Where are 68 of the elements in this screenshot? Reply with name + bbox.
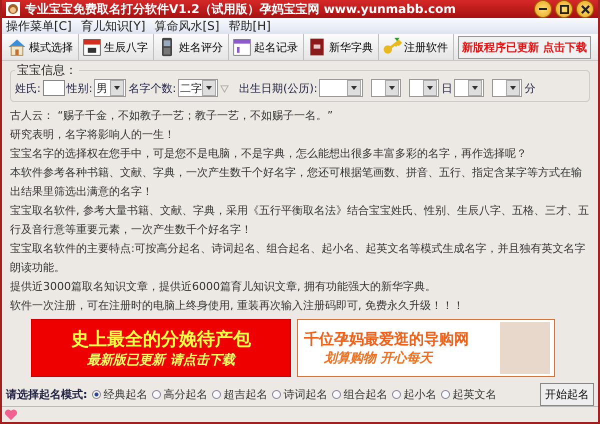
maximize-button[interactable] [555, 0, 573, 18]
caret-icon [389, 86, 396, 90]
toolbar-button[interactable]: 新华字典 [306, 34, 379, 60]
toolbar-button[interactable]: 注册软件 [381, 34, 454, 60]
minute-select[interactable] [492, 79, 522, 97]
caret-icon [472, 86, 478, 90]
intro-paragraph: 宝宝名字的选择权在您手中，可是您不是电脑，不是字典，怎么能想出很多丰富多彩的名字，再作选择呢？ [10, 146, 528, 162]
mode-radio[interactable]: 高分起名 [152, 387, 208, 402]
toolbar-button[interactable]: 起名记录 [231, 34, 304, 60]
caret-icon [427, 86, 434, 90]
intro-paragraph: 软件一次注册，可在注册时的电脑上终身使用, 重装再次输入注册码即可, 免费永久升级！！！ [10, 298, 465, 314]
minimize-button[interactable] [534, 0, 552, 18]
mode-label: 请选择起名模式: [6, 387, 88, 402]
intro-paragraph: 提供近3000篇取名知识文章，提供近6000篇育儿知识文章, 拥有功能强大的新华字典。 [10, 279, 437, 295]
calendar-icon [82, 37, 102, 57]
photo-placeholder [500, 322, 550, 374]
intro-paragraph: 本软件参考各种书籍、文献、字典，一次产生数千个好名字，您还可根据笔画数、拼音、五行、指定含某字等方式在输出结果里筛选出满意的名字！ [10, 165, 583, 200]
start-naming-button[interactable]: 开始起名 [540, 383, 594, 406]
menu-item[interactable]: 操作菜单[C] [6, 18, 72, 34]
caret-icon [510, 86, 516, 90]
mode-radio[interactable]: 超吉起名 [212, 387, 268, 402]
surname-field[interactable] [42, 80, 65, 96]
surname-label: 姓氏: [15, 80, 41, 96]
minimize-icon [539, 7, 547, 11]
close-icon [580, 4, 590, 14]
day-label: 日 [441, 80, 452, 96]
mode-radio[interactable]: 起小名 [392, 387, 436, 402]
heart-icon [4, 408, 18, 420]
menu-item[interactable]: 帮助[H] [228, 18, 271, 34]
banner-headline: 千位孕妈最爱逛的导购网 [304, 330, 469, 348]
month-select[interactable] [371, 79, 402, 97]
mode-radio[interactable]: 组合起名 [332, 387, 388, 402]
caret-icon [206, 86, 212, 90]
mode-radio[interactable]: 经典起名 [92, 387, 148, 402]
name-length-select[interactable]: 二字 [178, 79, 218, 97]
maximize-icon [560, 4, 568, 14]
intro-paragraph: 宝宝取名软件的主要特点:可按高分起名、诗词起名、组合起名、起小名、起英文名等模式生成名字，并且独有英文名字朗读功能。 [10, 241, 587, 276]
banner-subline: 划算购物 开心每天 [324, 350, 433, 366]
close-button[interactable] [576, 0, 594, 18]
house-icon [7, 37, 27, 57]
name-length-label: 名字个数: [128, 80, 176, 96]
toolbar-button[interactable]: 模式选择 [6, 34, 79, 60]
birth-date-label: 出生日期(公历): [239, 80, 318, 96]
hour-select[interactable] [454, 79, 484, 97]
window-title: 专业宝宝免费取名打分软件V1.2（试用版）孕妈宝宝网 www.yunmabb.com [25, 0, 456, 18]
ad-banner[interactable]: 史上最全的分娩待产包 最新版已更新 请点击下载 [31, 319, 291, 377]
minute-label: 分 [524, 80, 536, 96]
update-download-button[interactable]: 新版程序已更新 点击下载 [458, 36, 591, 58]
gender-label: 性别: [66, 80, 92, 96]
year-select[interactable] [319, 79, 364, 97]
mode-radio[interactable]: 起英文名 [441, 387, 496, 402]
notepad-icon [232, 37, 252, 57]
intro-paragraph: 宝宝取名软件, 参考大量书籍、文献、字典，采用《五行平衡取名法》结合宝宝姓氏、性别、生辰八字、五格、三才、五行及音行意等重要元素，一次产生数千个好名字！ [10, 203, 590, 238]
toolbar-button[interactable]: 姓名评分 [156, 34, 229, 60]
gender-select[interactable]: 男 [94, 79, 126, 97]
day-select[interactable] [409, 79, 440, 97]
caret-icon [351, 86, 358, 90]
intro-paragraph: 研究表明，名字将影响人的一生！ [10, 127, 176, 143]
caret-icon [114, 86, 120, 90]
group-title: 宝宝信息： [16, 62, 78, 79]
banner-headline: 史上最全的分娩待产包 [71, 328, 251, 351]
toolbar-button[interactable]: 生辰八字 [81, 34, 154, 60]
menu-item[interactable]: 算命风水[S] [154, 18, 220, 34]
triangle-icon [220, 84, 230, 92]
menu-item[interactable]: 育儿知识[Y] [80, 18, 146, 34]
banner-subline: 最新版已更新 请点击下载 [87, 352, 235, 369]
intro-paragraph: 古人云： “赐子千金，不如教子一艺；教子一艺，不如赐子一名。” [10, 108, 334, 124]
mode-radio[interactable]: 诗词起名 [272, 387, 328, 402]
